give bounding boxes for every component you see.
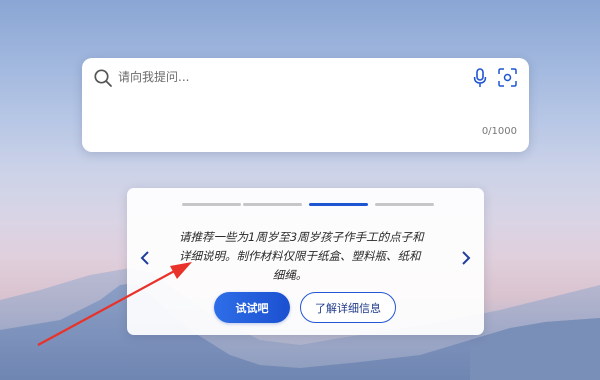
search-input[interactable]	[118, 66, 458, 88]
suggestion-line-2: 详细说明。制作材料仅限于纸盒、塑料瓶、纸和	[179, 249, 421, 263]
chevron-right-icon[interactable]	[458, 248, 474, 268]
try-button[interactable]: 试试吧	[214, 292, 290, 323]
search-box[interactable]: 0/1000	[82, 58, 529, 152]
suggestion-line-1: 请推荐一些为1周岁至3周岁孩子作手工的点子和	[179, 230, 424, 244]
carousel-dot-active[interactable]	[309, 203, 368, 206]
learn-more-button[interactable]: 了解详细信息	[300, 292, 396, 323]
suggestion-card: 请推荐一些为1周岁至3周岁孩子作手工的点子和 详细说明。制作材料仅限于纸盒、塑料…	[127, 188, 484, 335]
scan-icon[interactable]	[498, 68, 517, 87]
suggestion-line-3: 细绳。	[272, 268, 308, 282]
char-count: 0/1000	[481, 126, 517, 137]
suggestion-text: 请推荐一些为1周岁至3周岁孩子作手工的点子和 详细说明。制作材料仅限于纸盒、塑料…	[179, 228, 441, 285]
carousel-dot[interactable]	[375, 203, 434, 206]
search-icon	[94, 69, 112, 87]
mic-icon[interactable]	[472, 68, 488, 88]
carousel-indicators	[127, 203, 484, 207]
carousel-dot[interactable]	[182, 203, 241, 206]
carousel-dot[interactable]	[243, 203, 302, 206]
chevron-left-icon[interactable]	[137, 248, 153, 268]
